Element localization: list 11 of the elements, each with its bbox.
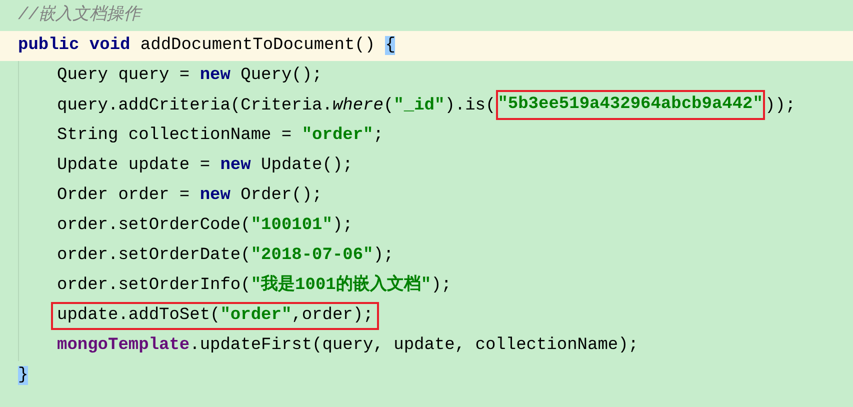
- code-comment: //嵌入文档操作: [18, 4, 140, 27]
- code-line: mongoTemplate.updateFirst(query, update, collectionName);: [57, 335, 638, 357]
- code-line: order.setOrderDate("2018-07-06");: [57, 245, 394, 267]
- code-line: order.setOrderCode("100101");: [57, 215, 353, 237]
- code-line: public void addDocumentToDocument() {: [18, 35, 396, 57]
- code-line: String collectionName = "order";: [57, 125, 384, 147]
- code-line: Order order = new Order();: [57, 185, 322, 207]
- code-line: query.addCriteria(Criteria.where("_id").is("5b3ee519a432964abcb9a442"));: [57, 90, 796, 122]
- code-line: Query query = new Query();: [57, 65, 322, 87]
- code-line: Update update = new Update();: [57, 155, 353, 177]
- code-line: order.setOrderInfo("我是1001的嵌入文档");: [57, 274, 452, 297]
